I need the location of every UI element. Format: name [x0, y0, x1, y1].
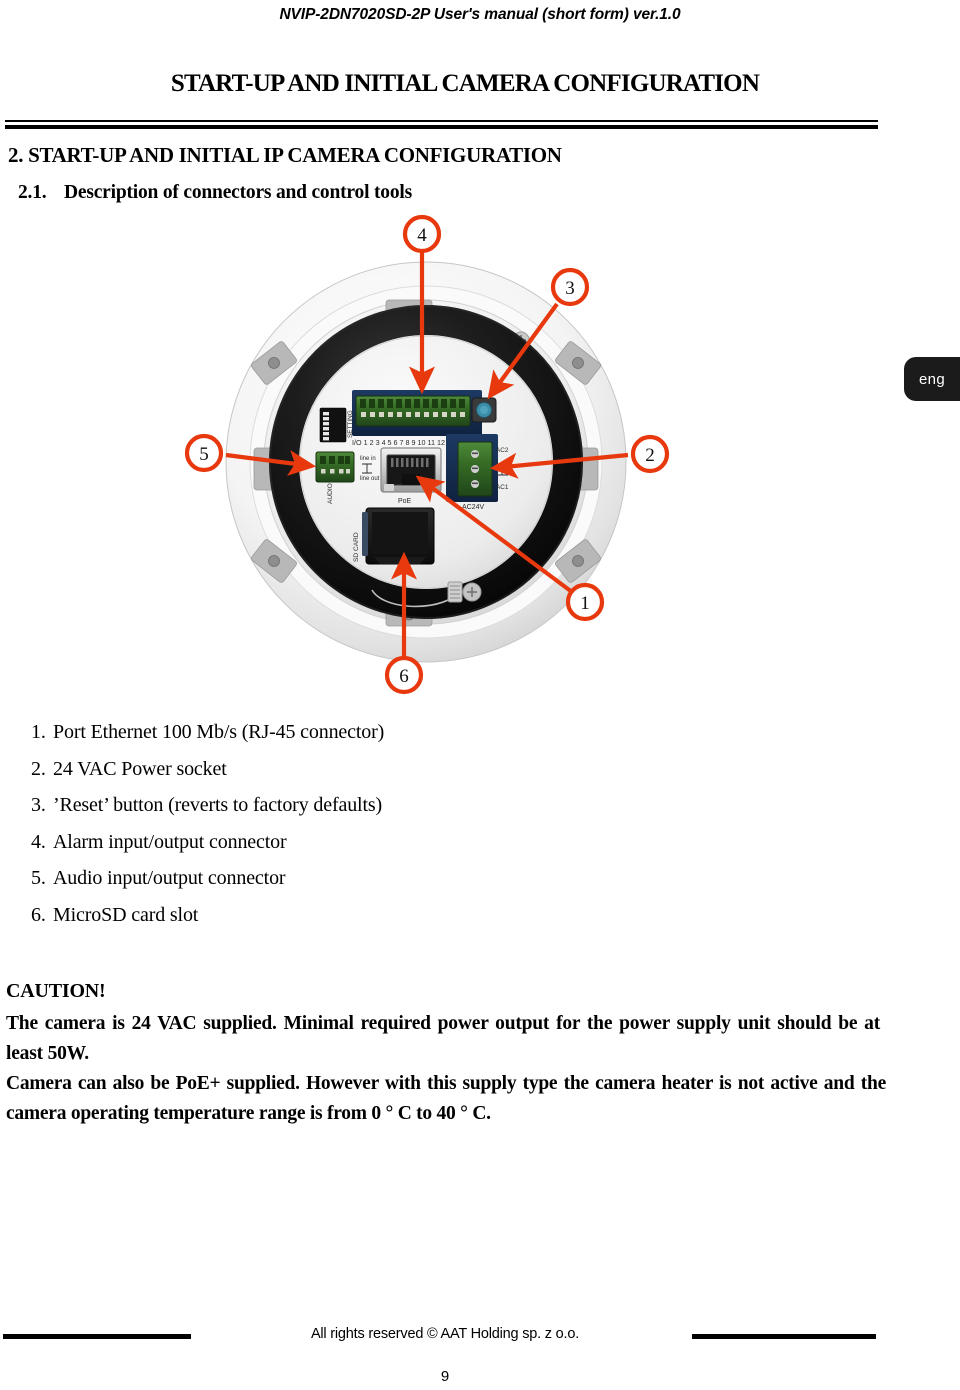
- list-item-number: 2.: [31, 757, 46, 780]
- list-item-number: 6.: [31, 903, 46, 926]
- callout-1-label: 1: [580, 593, 590, 614]
- microsd-card-slot: [362, 507, 435, 565]
- list-item: 1. Port Ethernet 100 Mb/s (RJ-45 connecto…: [31, 714, 631, 751]
- running-head: NVIP-2DN7020SD-2P User's manual (short f…: [279, 6, 681, 23]
- language-tab-label: eng: [919, 370, 945, 388]
- section-heading-2-1: 2.1. Description of connectors and contro…: [18, 182, 412, 204]
- footer-copyright: All rights reserved © AAT Holding sp. z …: [310, 1326, 580, 1342]
- list-item: 4. Alarm input/output connector: [31, 824, 631, 861]
- list-item-text: Port Ethernet 100 Mb/s (RJ-45 connector): [53, 721, 385, 743]
- connector-legend-list: 1. Port Ethernet 100 Mb/s (RJ-45 connecto…: [31, 714, 631, 933]
- list-item-text: Audio input/output connector: [53, 867, 286, 889]
- list-item: 5. Audio input/output connector: [31, 860, 631, 897]
- language-tab-eng[interactable]: eng: [904, 357, 960, 401]
- callout-3: 3: [550, 267, 590, 307]
- section-heading-2-1-number: 2.1.: [18, 182, 47, 203]
- list-item: 6. MicroSD card slot: [31, 897, 631, 934]
- list-item-number: 5.: [31, 867, 46, 889]
- list-item-number: 1.: [31, 721, 46, 743]
- ac1-label: AC1: [496, 484, 509, 491]
- reset-button: [471, 397, 497, 423]
- io-pins-label: I/O 1 2 3 4 5 6 7 8 9 10 11 12: [352, 438, 445, 447]
- ac2-label: AC2: [496, 447, 509, 454]
- sd-card-label: SD CARD: [353, 532, 360, 562]
- callout-3-label: 3: [565, 278, 575, 299]
- dip-switch-block: [319, 407, 347, 443]
- page-number: 9: [440, 1368, 450, 1385]
- callout-4: 4: [402, 214, 442, 254]
- callout-2: 2: [630, 434, 670, 474]
- setting-label: SETTING: [347, 410, 354, 438]
- title-divider: [5, 120, 878, 129]
- line-in-label: line in: [360, 456, 376, 462]
- callout-2-label: 2: [645, 445, 655, 466]
- caution-paragraph-1: The camera is 24 VAC supplied. Minimal r…: [6, 1013, 880, 1064]
- list-item-text: Alarm input/output connector: [53, 830, 287, 853]
- caution-heading: CAUTION!: [6, 980, 106, 1002]
- list-item-text: 24 VAC Power socket: [53, 757, 227, 780]
- section-heading-2-1-text: Description of connectors and control to…: [64, 182, 412, 203]
- callout-5-label: 5: [199, 444, 209, 465]
- line-out-label: line out: [360, 476, 380, 482]
- callout-4-label: 4: [417, 225, 427, 246]
- list-item: 3. ’Reset’ button (reverts to factory def…: [31, 787, 631, 824]
- callout-1: 1: [565, 582, 605, 622]
- list-item-text: ’Reset’ button (reverts to factory defau…: [53, 794, 383, 816]
- list-item: 2. 24 VAC Power socket: [31, 751, 631, 788]
- camera-connector-figure: I/O 1 2 3 4 5 6 7 8 9 10 11 12 SETTING l…: [176, 212, 676, 697]
- audio-connector: [315, 451, 355, 483]
- poe-label: PoE: [398, 498, 412, 505]
- alarm-io-connector: [355, 395, 471, 427]
- caution-paragraph-2: Camera can also be PoE+ supplied. Howeve…: [6, 1073, 886, 1124]
- title-divider-thick-line: [5, 125, 878, 129]
- camera-diagram-svg: I/O 1 2 3 4 5 6 7 8 9 10 11 12 SETTING l…: [184, 214, 670, 695]
- chapter-title: START-UP AND INITIAL CAMERA CONFIGURATIO…: [170, 70, 760, 97]
- callout-6-label: 6: [399, 666, 409, 687]
- list-item-number: 4.: [31, 830, 46, 853]
- section-heading-2: 2. START-UP AND INITIAL IP CAMERA CONFIG…: [8, 143, 562, 167]
- ac24v-power-connector: [457, 441, 493, 497]
- callout-6: 6: [384, 655, 424, 695]
- list-item-number: 3.: [31, 794, 46, 816]
- title-divider-thin-line: [5, 120, 878, 122]
- list-item-text: MicroSD card slot: [53, 903, 199, 926]
- audio-label: AUDIO: [327, 483, 334, 504]
- callout-5: 5: [184, 433, 224, 473]
